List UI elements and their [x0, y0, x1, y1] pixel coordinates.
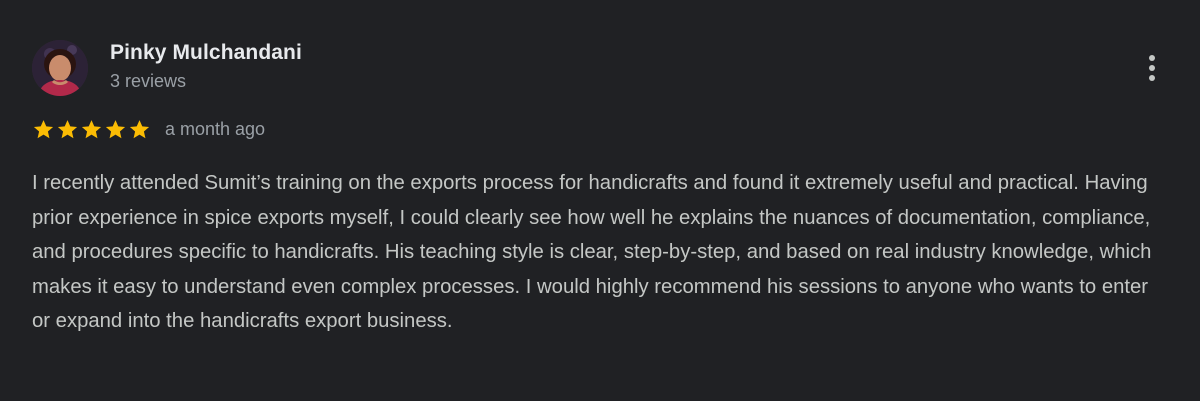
review-card: Pinky Mulchandani 3 reviews a month ago …: [0, 0, 1200, 401]
rating-row: a month ago: [32, 117, 265, 141]
star-icon: [56, 118, 79, 141]
star-rating: [32, 118, 151, 141]
avatar[interactable]: [32, 40, 88, 96]
profile-photo: [32, 40, 88, 96]
review-date: a month ago: [165, 118, 266, 139]
more-options-button[interactable]: [1136, 48, 1168, 88]
star-icon: [80, 118, 103, 141]
star-icon: [104, 118, 127, 141]
author-review-count: 3 reviews: [110, 71, 187, 91]
review-text: I recently attended Sumit’s training on …: [32, 172, 1152, 332]
star-icon: [32, 118, 55, 141]
more-vert-icon: [1149, 55, 1155, 61]
star-icon: [128, 118, 151, 141]
author-name[interactable]: Pinky Mulchandani: [110, 41, 302, 65]
